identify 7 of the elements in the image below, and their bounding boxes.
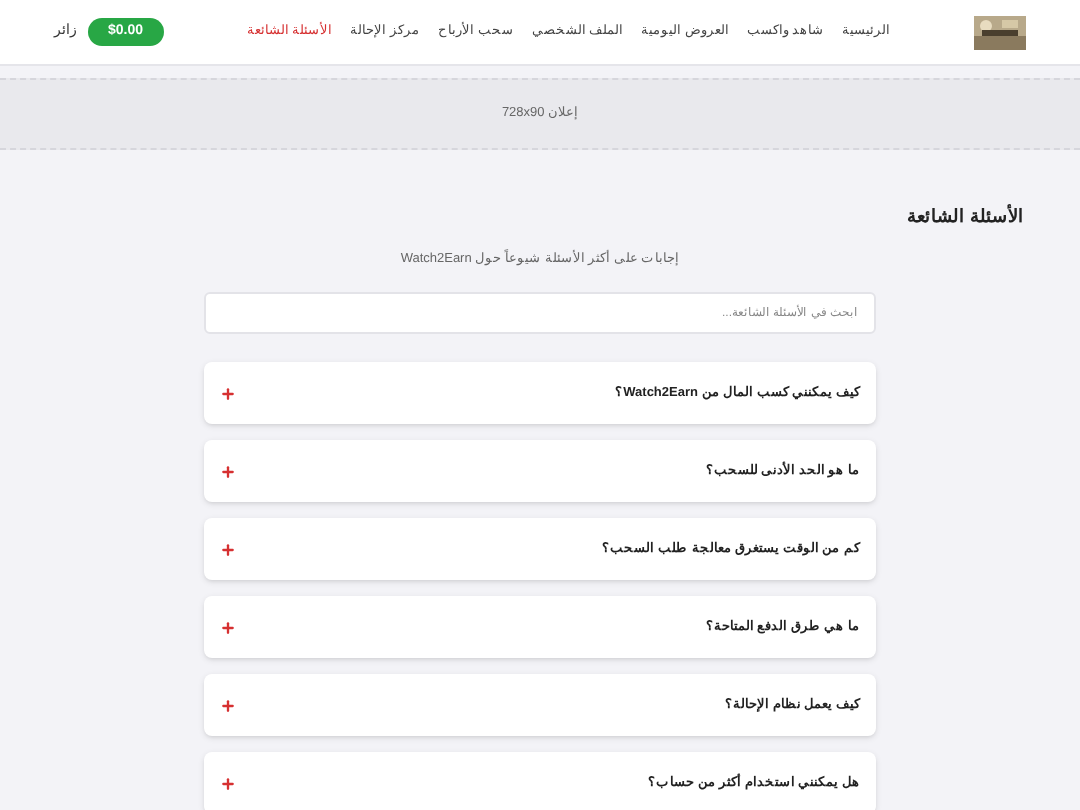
page-title: الأسئلة الشائعة bbox=[906, 204, 1024, 230]
expand-icon bbox=[220, 697, 236, 714]
expand-icon bbox=[220, 385, 236, 402]
expand-icon bbox=[220, 463, 236, 480]
expand-icon bbox=[220, 541, 236, 558]
expand-icon bbox=[220, 619, 236, 636]
expand-icon bbox=[220, 775, 236, 792]
